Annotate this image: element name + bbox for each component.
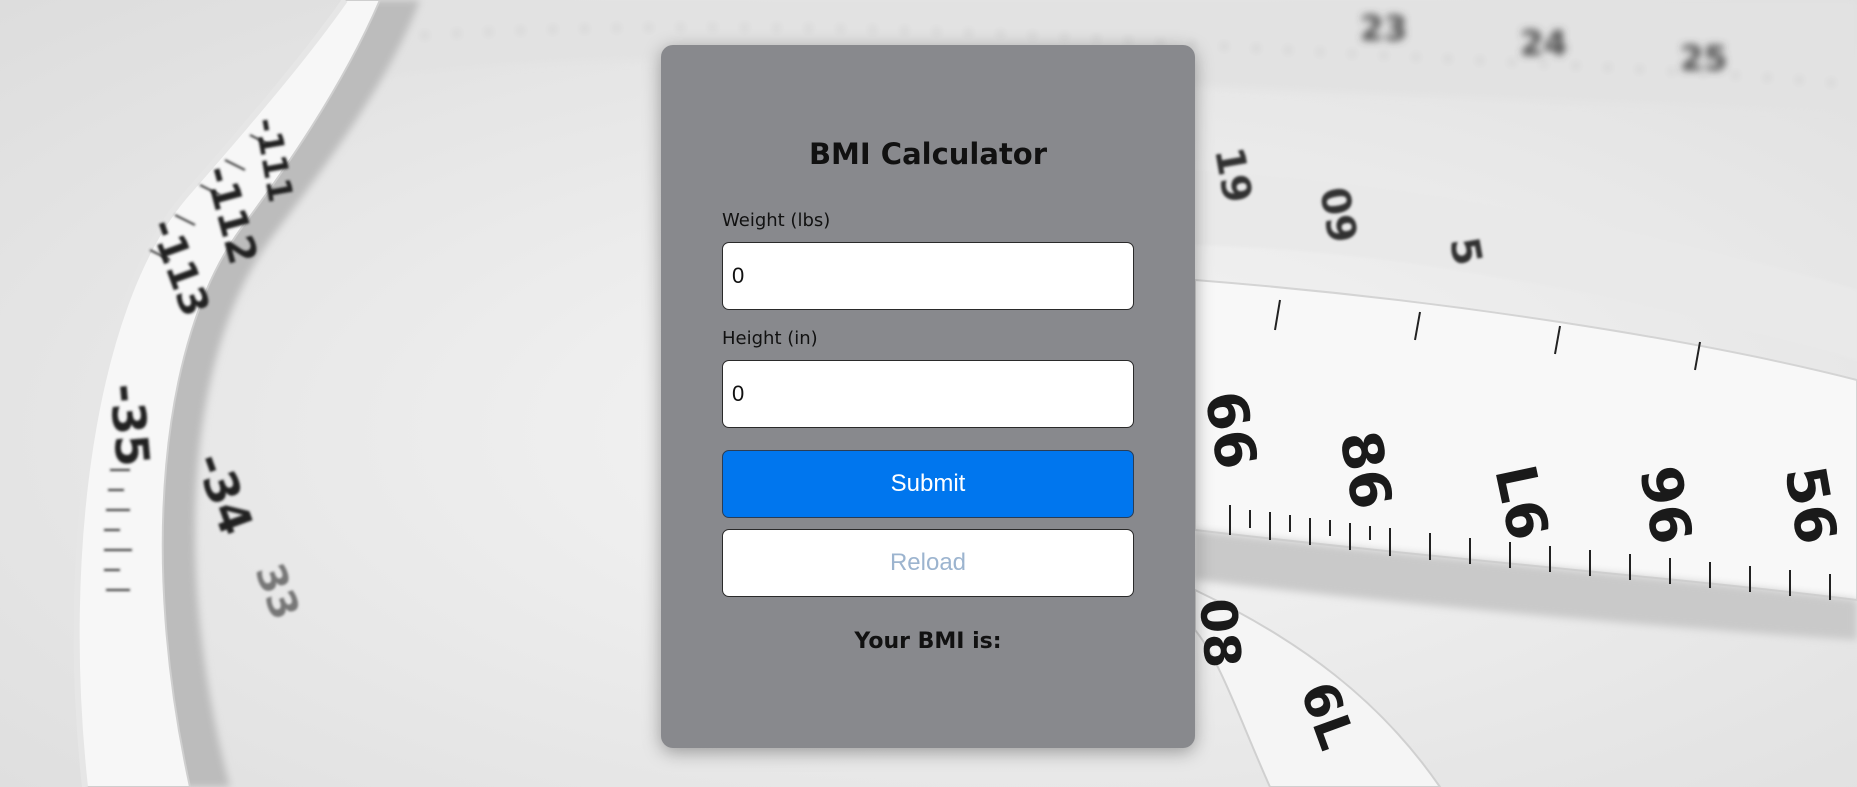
tape-number: 66 bbox=[1191, 386, 1269, 474]
height-label: Height (in) bbox=[722, 328, 818, 349]
weight-label: Weight (lbs) bbox=[722, 210, 831, 231]
height-input[interactable] bbox=[722, 360, 1134, 428]
bmi-calculator-card: BMI Calculator Weight (lbs) Height (in) … bbox=[661, 45, 1195, 748]
tape-number: 09 bbox=[1310, 184, 1365, 247]
tape-number: -35 bbox=[99, 381, 160, 468]
tape-number: 96 bbox=[1626, 461, 1704, 549]
bmi-result-label: Your BMI is: bbox=[854, 629, 1002, 654]
page-title: BMI Calculator bbox=[808, 137, 1048, 171]
svg-text:24: 24 bbox=[1520, 24, 1567, 64]
reload-button[interactable]: Reload bbox=[722, 529, 1134, 597]
tape-number: 56 bbox=[1771, 461, 1849, 549]
tape-number: 19 bbox=[1205, 144, 1260, 207]
tape-number: 86 bbox=[1326, 426, 1404, 514]
svg-text:23: 23 bbox=[1360, 9, 1407, 49]
tape-number: 08 bbox=[1188, 596, 1252, 670]
weight-input[interactable] bbox=[722, 242, 1134, 310]
svg-text:25: 25 bbox=[1680, 39, 1727, 79]
submit-button[interactable]: Submit bbox=[722, 450, 1134, 518]
